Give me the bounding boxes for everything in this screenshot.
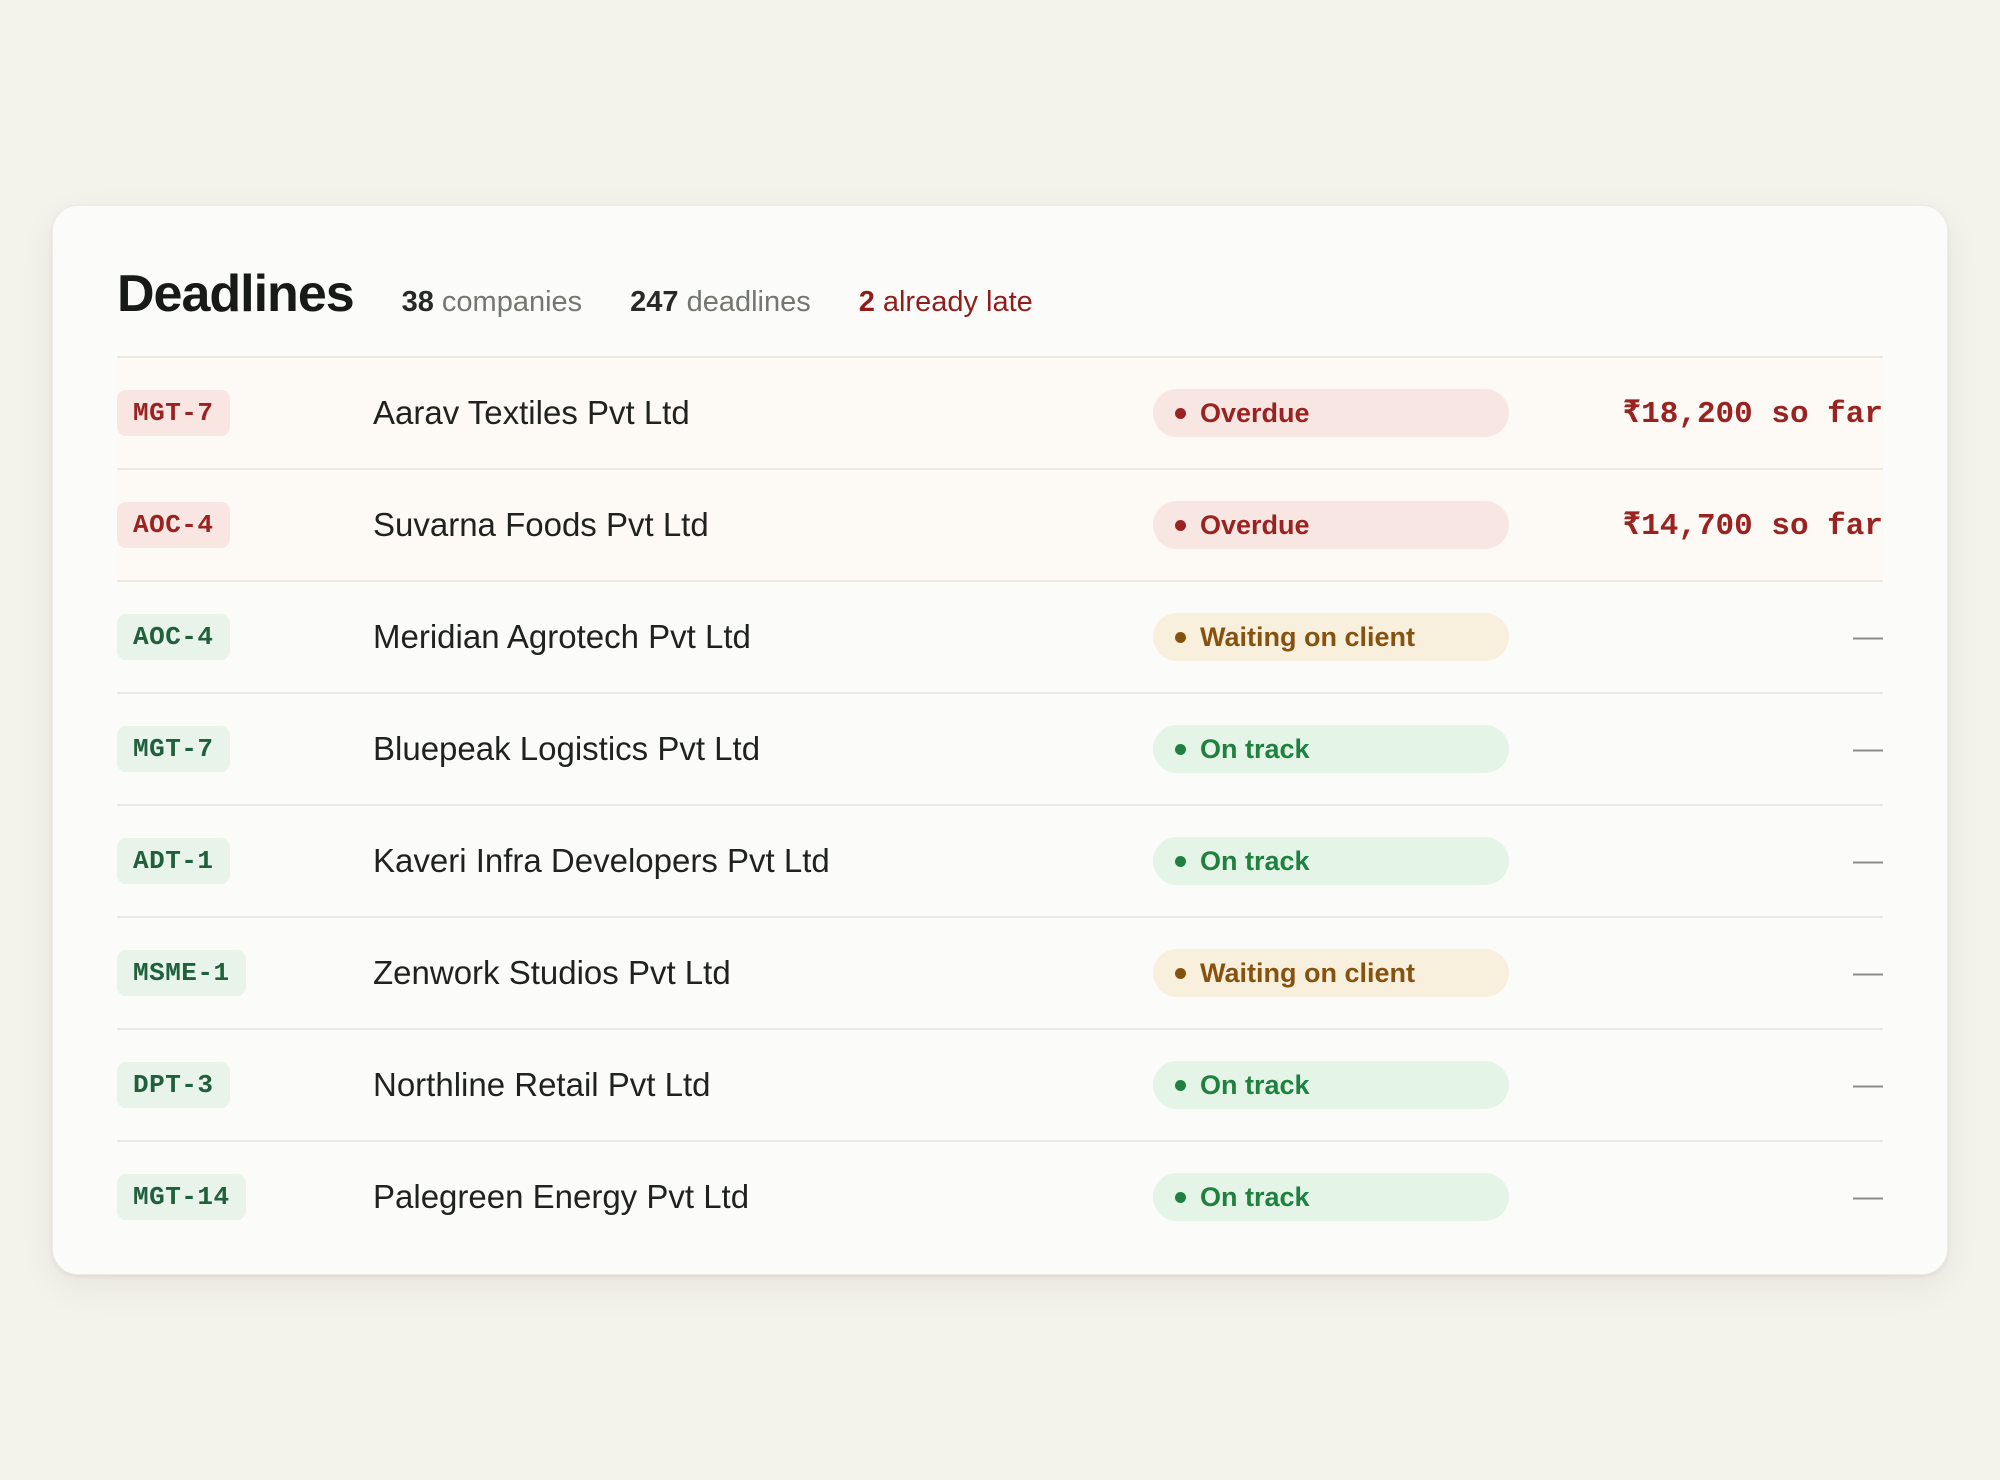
deadlines-card: Deadlines 38 companies 247 deadlines 2 alre… — [52, 205, 1948, 1275]
company-name[interactable]: Palegreen Energy Pvt Ltd — [373, 1178, 749, 1216]
company-name[interactable]: Suvarna Foods Pvt Ltd — [373, 506, 709, 544]
status-dot-icon — [1175, 855, 1186, 867]
penalty-amount: — — [1853, 844, 1883, 877]
company-name[interactable]: Meridian Agrotech Pvt Ltd — [373, 618, 751, 656]
penalty-amount: — — [1853, 956, 1883, 989]
form-badge: MSME-1 — [117, 950, 246, 996]
status-dot-icon — [1175, 519, 1186, 531]
company-name[interactable]: Zenwork Studios Pvt Ltd — [373, 954, 731, 992]
status-badge: On track — [1153, 1173, 1509, 1221]
status-label: Waiting on client — [1200, 621, 1415, 652]
status-label: On track — [1200, 1181, 1310, 1212]
table-row[interactable]: AOC-4 Meridian Agrotech Pvt Ltd Waiting … — [117, 582, 1883, 694]
status-label: On track — [1200, 845, 1310, 876]
table-row[interactable]: DPT-3 Northline Retail Pvt Ltd On track … — [117, 1030, 1883, 1142]
status-badge: Waiting on client — [1153, 613, 1509, 661]
status-label: Waiting on client — [1200, 957, 1415, 988]
deadline-list: MGT-7 Aarav Textiles Pvt Ltd Overdue ₹18… — [117, 356, 1883, 1252]
status-dot-icon — [1175, 1191, 1186, 1203]
status-dot-icon — [1175, 743, 1186, 755]
stat-deadlines-label: deadlines — [686, 286, 811, 318]
company-name[interactable]: Aarav Textiles Pvt Ltd — [373, 394, 690, 432]
status-dot-icon — [1175, 1079, 1186, 1091]
stat-companies-label: companies — [441, 286, 583, 318]
form-badge: AOC-4 — [117, 614, 230, 660]
company-name[interactable]: Kaveri Infra Developers Pvt Ltd — [373, 842, 830, 880]
penalty-amount: ₹14,700 so far — [1622, 509, 1883, 544]
form-badge: MGT-14 — [117, 1174, 246, 1220]
table-row[interactable]: MGT-7 Bluepeak Logistics Pvt Ltd On trac… — [117, 694, 1883, 806]
status-badge: Waiting on client — [1153, 949, 1509, 997]
status-label: Overdue — [1200, 509, 1310, 540]
stat-companies-count: 38 — [401, 286, 434, 318]
status-dot-icon — [1175, 631, 1186, 643]
form-badge: MGT-7 — [117, 726, 230, 772]
stat-late-label: already late — [882, 286, 1033, 318]
stat-deadlines-count: 247 — [630, 286, 679, 318]
table-row[interactable]: MGT-7 Aarav Textiles Pvt Ltd Overdue ₹18… — [117, 358, 1883, 470]
status-label: On track — [1200, 733, 1310, 764]
stat-companies: 38 companies — [402, 286, 583, 319]
form-badge: DPT-3 — [117, 1062, 230, 1108]
stat-late-count: 2 — [858, 286, 875, 318]
table-row[interactable]: AOC-4 Suvarna Foods Pvt Ltd Overdue ₹14,… — [117, 470, 1883, 582]
table-row[interactable]: ADT-1 Kaveri Infra Developers Pvt Ltd On… — [117, 806, 1883, 918]
penalty-amount: ₹18,200 so far — [1622, 397, 1883, 432]
status-dot-icon — [1175, 407, 1186, 419]
status-badge: Overdue — [1153, 389, 1509, 437]
company-name[interactable]: Bluepeak Logistics Pvt Ltd — [373, 730, 760, 768]
table-row[interactable]: MSME-1 Zenwork Studios Pvt Ltd Waiting o… — [117, 918, 1883, 1030]
card-header: Deadlines 38 companies 247 deadlines 2 alre… — [117, 264, 1883, 364]
penalty-amount: — — [1853, 1180, 1883, 1213]
status-label: On track — [1200, 1069, 1310, 1100]
company-name[interactable]: Northline Retail Pvt Ltd — [373, 1066, 711, 1104]
status-dot-icon — [1175, 967, 1186, 979]
table-row[interactable]: MGT-14 Palegreen Energy Pvt Ltd On track… — [117, 1142, 1883, 1252]
status-badge: On track — [1153, 1061, 1509, 1109]
form-badge: MGT-7 — [117, 390, 230, 436]
stat-late: 2 already late — [859, 286, 1033, 319]
form-badge: ADT-1 — [117, 838, 230, 884]
status-badge: On track — [1153, 837, 1509, 885]
page-title: Deadlines — [117, 265, 355, 323]
status-badge: On track — [1153, 725, 1509, 773]
status-badge: Overdue — [1153, 501, 1509, 549]
stat-deadlines: 247 deadlines — [630, 286, 811, 319]
penalty-amount: — — [1853, 732, 1883, 765]
penalty-amount: — — [1853, 1068, 1883, 1101]
penalty-amount: — — [1853, 620, 1883, 653]
status-label: Overdue — [1200, 397, 1310, 428]
form-badge: AOC-4 — [117, 502, 230, 548]
